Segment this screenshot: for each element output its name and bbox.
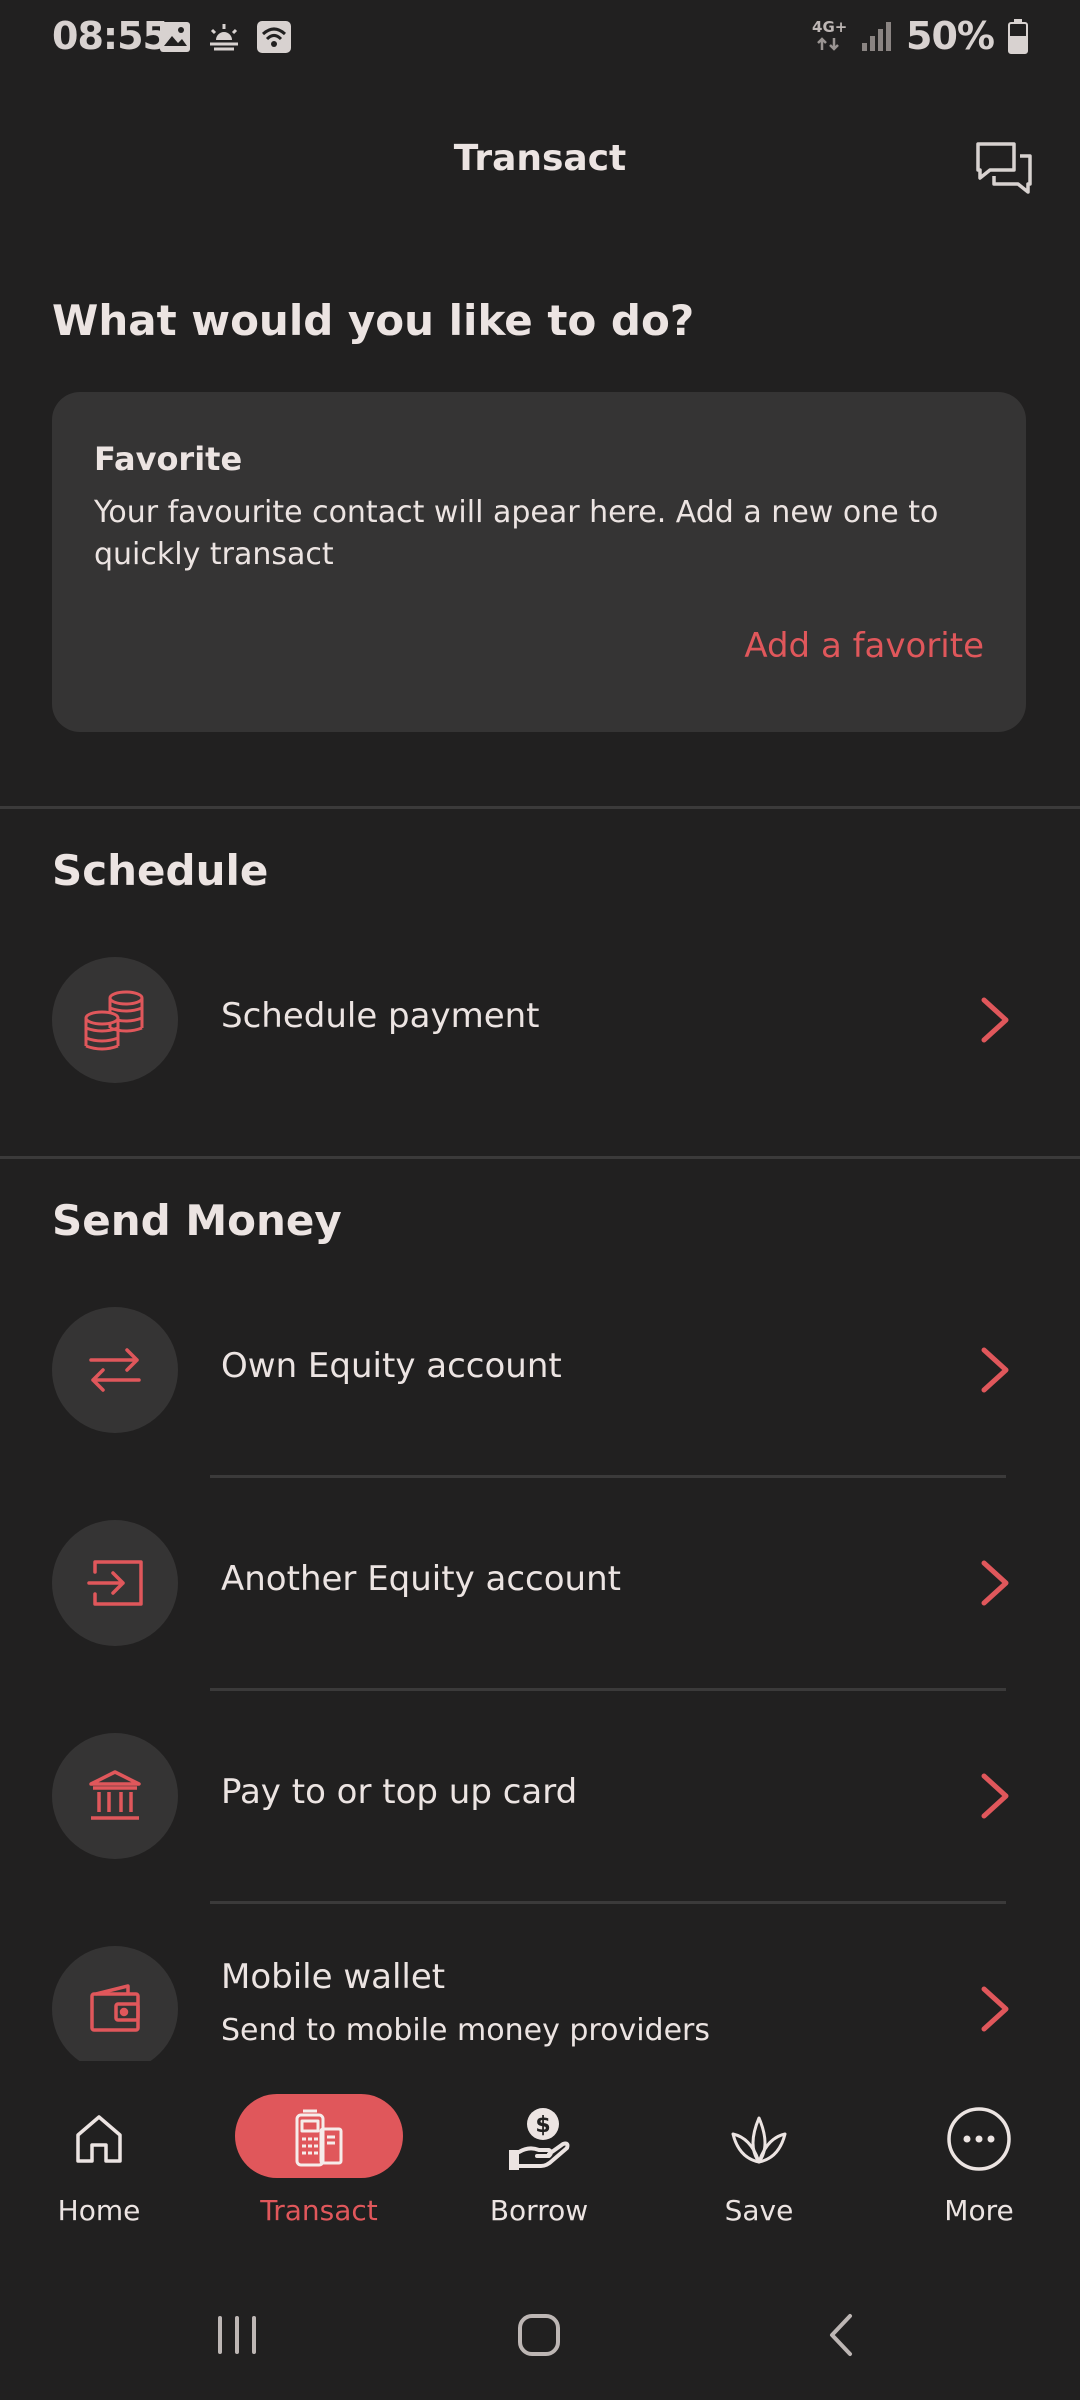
chevron-right-icon <box>981 1773 1009 1819</box>
own-equity-account-item[interactable]: Own Equity account <box>0 1300 1080 1440</box>
system-nav-bar <box>0 2280 1080 2400</box>
mobile-wallet-label: Mobile wallet <box>221 1957 446 1997</box>
nav-borrow[interactable]: $ Borrow <box>454 2070 624 2250</box>
chevron-right-icon <box>981 1347 1009 1393</box>
recent-apps-icon[interactable] <box>214 2312 260 2358</box>
favorite-description: Your favourite contact will apear here. … <box>94 495 939 572</box>
svg-text:$: $ <box>535 2113 550 2138</box>
chat-button[interactable] <box>972 136 1036 200</box>
wifi-icon <box>257 21 291 53</box>
bank-icon <box>52 1733 178 1859</box>
battery-icon <box>1008 19 1028 54</box>
nav-save[interactable]: Save <box>674 2070 844 2250</box>
mobile-wallet-sublabel: Send to mobile money providers <box>221 2013 710 2048</box>
nav-borrow-label: Borrow <box>489 2194 589 2227</box>
page-title: Transact <box>453 138 627 179</box>
pay-top-up-card-label: Pay to or top up card <box>221 1772 578 1812</box>
account-transfer-icon <box>52 1520 178 1646</box>
network-indicator: 4G+ <box>812 18 848 54</box>
mobile-wallet-item[interactable]: Mobile wallet Send to mobile money provi… <box>0 1939 1080 2061</box>
home-icon <box>64 2104 134 2174</box>
nav-save-label: Save <box>724 2194 794 2227</box>
more-dots-icon <box>944 2104 1014 2174</box>
nav-transact[interactable]: Transact <box>234 2070 404 2250</box>
nav-more[interactable]: More <box>894 2070 1064 2250</box>
gallery-icon <box>160 22 190 52</box>
pos-terminal-icon <box>284 2104 354 2174</box>
plant-icon <box>724 2104 794 2174</box>
another-equity-account-item[interactable]: Another Equity account <box>0 1513 1080 1653</box>
own-equity-account-label: Own Equity account <box>221 1346 562 1386</box>
nav-more-label: More <box>944 2194 1014 2227</box>
send-money-heading: Send Money <box>52 1196 342 1245</box>
nav-home-label: Home <box>57 2194 141 2227</box>
add-favorite-link[interactable]: Add a favorite <box>744 626 984 666</box>
signal-icon <box>862 22 892 51</box>
home-system-icon[interactable] <box>514 2312 564 2358</box>
schedule-payment-item[interactable]: Schedule payment <box>0 950 1080 1090</box>
coins-icon <box>52 957 178 1083</box>
wallet-icon <box>52 1946 178 2061</box>
network-type: 4G+ <box>812 18 848 36</box>
favorite-title: Favorite <box>94 440 243 478</box>
status-icons-left <box>158 20 292 54</box>
item-divider <box>210 1688 1006 1691</box>
pay-top-up-card-item[interactable]: Pay to or top up card <box>0 1726 1080 1866</box>
chevron-right-icon <box>981 1986 1009 2032</box>
schedule-heading: Schedule <box>52 846 269 895</box>
item-divider <box>210 1901 1006 1904</box>
chevron-right-icon <box>981 997 1009 1043</box>
intro-heading: What would you like to do? <box>52 296 695 345</box>
chevron-right-icon <box>981 1560 1009 1606</box>
schedule-payment-label: Schedule payment <box>221 996 540 1036</box>
status-right: 4G+ 50% <box>812 14 1028 58</box>
weather-icon <box>208 24 240 52</box>
favorite-card: Favorite Your favourite contact will ape… <box>52 392 1026 732</box>
item-divider <box>210 1475 1006 1478</box>
hand-money-icon: $ <box>504 2104 574 2174</box>
section-divider <box>0 806 1080 809</box>
back-icon[interactable] <box>824 2312 860 2358</box>
chat-icon <box>976 142 1032 194</box>
bottom-nav: Home Transact $ Borrow Save More <box>0 2070 1080 2270</box>
another-equity-account-label: Another Equity account <box>221 1559 621 1599</box>
nav-transact-label: Transact <box>260 2194 378 2227</box>
status-time: 08:55 <box>52 14 169 58</box>
battery-percent: 50% <box>906 14 995 58</box>
nav-home[interactable]: Home <box>14 2070 184 2250</box>
transfer-arrows-icon <box>52 1307 178 1433</box>
section-divider <box>0 1156 1080 1159</box>
data-arrows-icon <box>817 37 839 51</box>
